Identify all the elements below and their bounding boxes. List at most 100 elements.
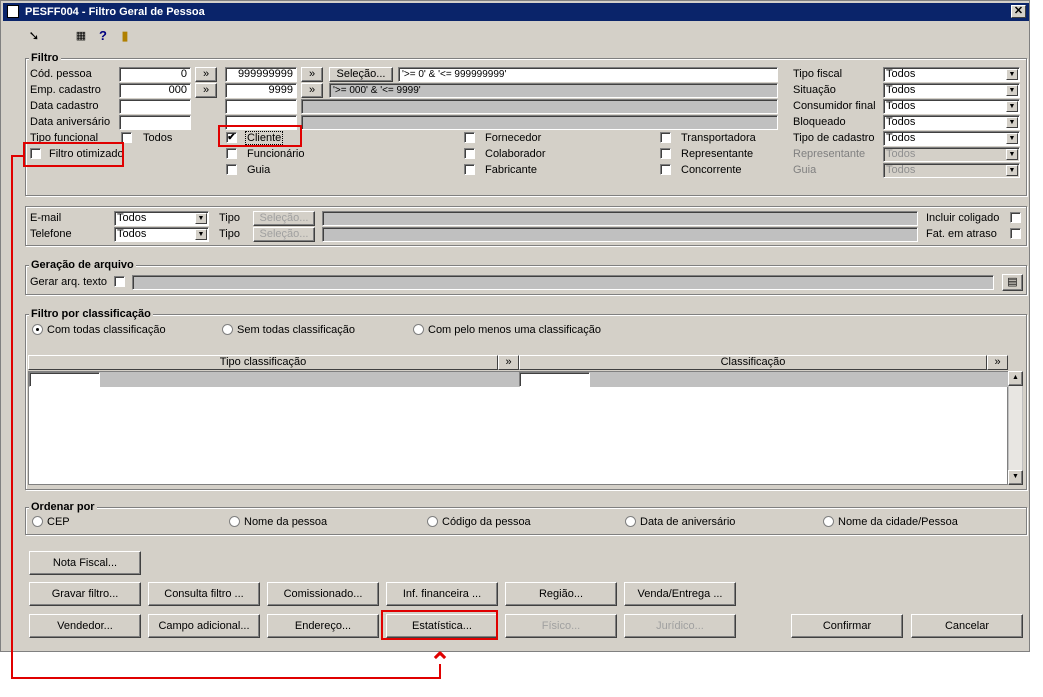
fat-atraso-label: Fat. em atraso xyxy=(926,228,997,240)
telefone-selecao-button[interactable]: Seleção... xyxy=(253,227,315,242)
ordem-nome-radio[interactable] xyxy=(229,516,240,527)
telefone-select[interactable]: Todos ▼ xyxy=(114,227,209,242)
cod-pessoa-selecao-button[interactable]: Seleção... xyxy=(329,67,393,82)
chevron-down-icon[interactable]: ▼ xyxy=(1006,133,1018,144)
cliente-highlight-box xyxy=(218,125,302,147)
cod-pessoa-more-button[interactable]: » xyxy=(195,67,217,82)
cod-pessoa-from-input[interactable]: 0 xyxy=(119,67,191,82)
inf-financeira-button[interactable]: Inf. financeira ... xyxy=(386,582,498,606)
transportadora-checkbox[interactable] xyxy=(660,132,671,143)
emp-cadastro-more2-button[interactable]: » xyxy=(301,83,323,98)
help-icon[interactable]: ? xyxy=(95,29,111,43)
tipo-fiscal-select[interactable]: Todos ▼ xyxy=(883,67,1020,82)
tipo-cadastro-select[interactable]: Todos ▼ xyxy=(883,131,1020,146)
col-tipo-classificacao[interactable]: Tipo classificação xyxy=(28,355,498,370)
representante-filter-label: Representante xyxy=(793,148,866,160)
data-cadastro-to-input[interactable] xyxy=(225,99,297,114)
juridico-button[interactable]: Jurídico... xyxy=(624,614,736,638)
gravar-filtro-button[interactable]: Gravar filtro... xyxy=(29,582,141,606)
representante-select: Todos ▼ xyxy=(883,147,1020,162)
data-cadastro-label: Data cadastro xyxy=(30,100,99,112)
emp-cadastro-to-input[interactable]: 9999 xyxy=(225,83,297,98)
concorrente-label: Concorrente xyxy=(681,164,742,176)
nota-fiscal-button[interactable]: Nota Fiscal... xyxy=(29,551,141,575)
ordem-codigo-radio[interactable] xyxy=(427,516,438,527)
fat-atraso-checkbox[interactable] xyxy=(1010,228,1021,239)
arquivo-title: Geração de arquivo xyxy=(29,259,136,271)
tipo-classificacao-cell[interactable] xyxy=(29,372,100,387)
annotation-arrow-icon: ⌃ xyxy=(429,647,451,677)
scroll-up-icon[interactable]: ▲ xyxy=(1008,371,1023,386)
sem-todas-radio[interactable] xyxy=(222,324,233,335)
campo-adicional-button[interactable]: Campo adicional... xyxy=(148,614,260,638)
table-scrollbar[interactable] xyxy=(1008,371,1023,485)
pelo-menos-uma-radio[interactable] xyxy=(413,324,424,335)
close-button[interactable]: ✕ xyxy=(1011,5,1026,18)
chevron-down-icon[interactable]: ▼ xyxy=(1006,69,1018,80)
comissionado-button[interactable]: Comissionado... xyxy=(267,582,379,606)
consulta-filtro-button[interactable]: Consulta filtro ... xyxy=(148,582,260,606)
consumidor-final-select[interactable]: Todos ▼ xyxy=(883,99,1020,114)
com-todas-radio[interactable] xyxy=(32,324,43,335)
incluir-coligado-checkbox[interactable] xyxy=(1010,212,1021,223)
cancelar-button[interactable]: Cancelar xyxy=(911,614,1023,638)
data-aniversario-from-input[interactable] xyxy=(119,115,191,130)
colaborador-checkbox[interactable] xyxy=(464,148,475,159)
situacao-select[interactable]: Todos ▼ xyxy=(883,83,1020,98)
fisico-button[interactable]: Físico... xyxy=(505,614,617,638)
exit-icon[interactable]: ➘ xyxy=(26,29,42,43)
representante-label: Representante xyxy=(681,148,754,160)
representante-checkbox[interactable] xyxy=(660,148,671,159)
col-tipo-more-button[interactable]: » xyxy=(498,355,519,370)
col-classificacao[interactable]: Classificação xyxy=(519,355,987,370)
bloqueado-select[interactable]: Todos ▼ xyxy=(883,115,1020,130)
concorrente-checkbox[interactable] xyxy=(660,164,671,175)
chevron-down-icon[interactable]: ▼ xyxy=(1006,117,1018,128)
emp-cadastro-from-input[interactable]: 000 xyxy=(119,83,191,98)
data-cadastro-from-input[interactable] xyxy=(119,99,191,114)
venda-entrega-button[interactable]: Venda/Entrega ... xyxy=(624,582,736,606)
scroll-down-icon[interactable]: ▼ xyxy=(1008,470,1023,485)
classificacao-title: Filtro por classificação xyxy=(29,308,153,320)
cod-pessoa-label: Cód. pessoa xyxy=(30,68,92,80)
situacao-label: Situação xyxy=(793,84,836,96)
ordem-cep-radio[interactable] xyxy=(32,516,43,527)
emp-cadastro-more-button[interactable]: » xyxy=(195,83,217,98)
cod-pessoa-to-input[interactable]: 999999999 xyxy=(225,67,297,82)
chevron-down-icon[interactable]: ▼ xyxy=(1006,85,1018,96)
endereco-button[interactable]: Endereço... xyxy=(267,614,379,638)
confirmar-button[interactable]: Confirmar xyxy=(791,614,903,638)
chevron-down-icon: ▼ xyxy=(1006,165,1018,176)
cod-pessoa-more2-button[interactable]: » xyxy=(301,67,323,82)
ordenar-title: Ordenar por xyxy=(29,501,97,513)
fabricante-checkbox[interactable] xyxy=(464,164,475,175)
data-cadastro-range xyxy=(301,99,778,114)
ordem-aniversario-radio[interactable] xyxy=(625,516,636,527)
folder-icon[interactable]: ▤ xyxy=(1002,274,1023,291)
chevron-down-icon[interactable]: ▼ xyxy=(1006,101,1018,112)
colaborador-label: Colaborador xyxy=(485,148,546,160)
calculator-icon[interactable]: ▦ xyxy=(73,29,89,43)
gerar-arq-checkbox[interactable] xyxy=(114,276,125,287)
vendedor-button[interactable]: Vendedor... xyxy=(29,614,141,638)
email-tipo-field xyxy=(322,211,918,226)
chevron-down-icon[interactable]: ▼ xyxy=(195,213,207,224)
classificacao-cell[interactable] xyxy=(519,372,590,387)
regiao-button[interactable]: Região... xyxy=(505,582,617,606)
ordem-aniversario-label: Data de aniversário xyxy=(640,516,736,528)
fornecedor-checkbox[interactable] xyxy=(464,132,475,143)
chevron-down-icon[interactable]: ▼ xyxy=(195,229,207,240)
email-select[interactable]: Todos ▼ xyxy=(114,211,209,226)
email-selecao-button[interactable]: Seleção... xyxy=(253,211,315,226)
filtro-otimizado-highlight-box xyxy=(23,142,124,167)
guia-checkbox[interactable] xyxy=(226,164,237,175)
ordem-cidade-radio[interactable] xyxy=(823,516,834,527)
tipo-fiscal-label: Tipo fiscal xyxy=(793,68,843,80)
estatistica-highlight-box xyxy=(381,610,498,640)
sem-todas-label: Sem todas classificação xyxy=(237,324,355,336)
funcionario-checkbox[interactable] xyxy=(226,148,237,159)
guia-label: Guia xyxy=(247,164,271,176)
col-class-more-button[interactable]: » xyxy=(987,355,1008,370)
bloqueado-label: Bloqueado xyxy=(793,116,846,128)
door-icon[interactable]: ▮ xyxy=(117,29,133,43)
